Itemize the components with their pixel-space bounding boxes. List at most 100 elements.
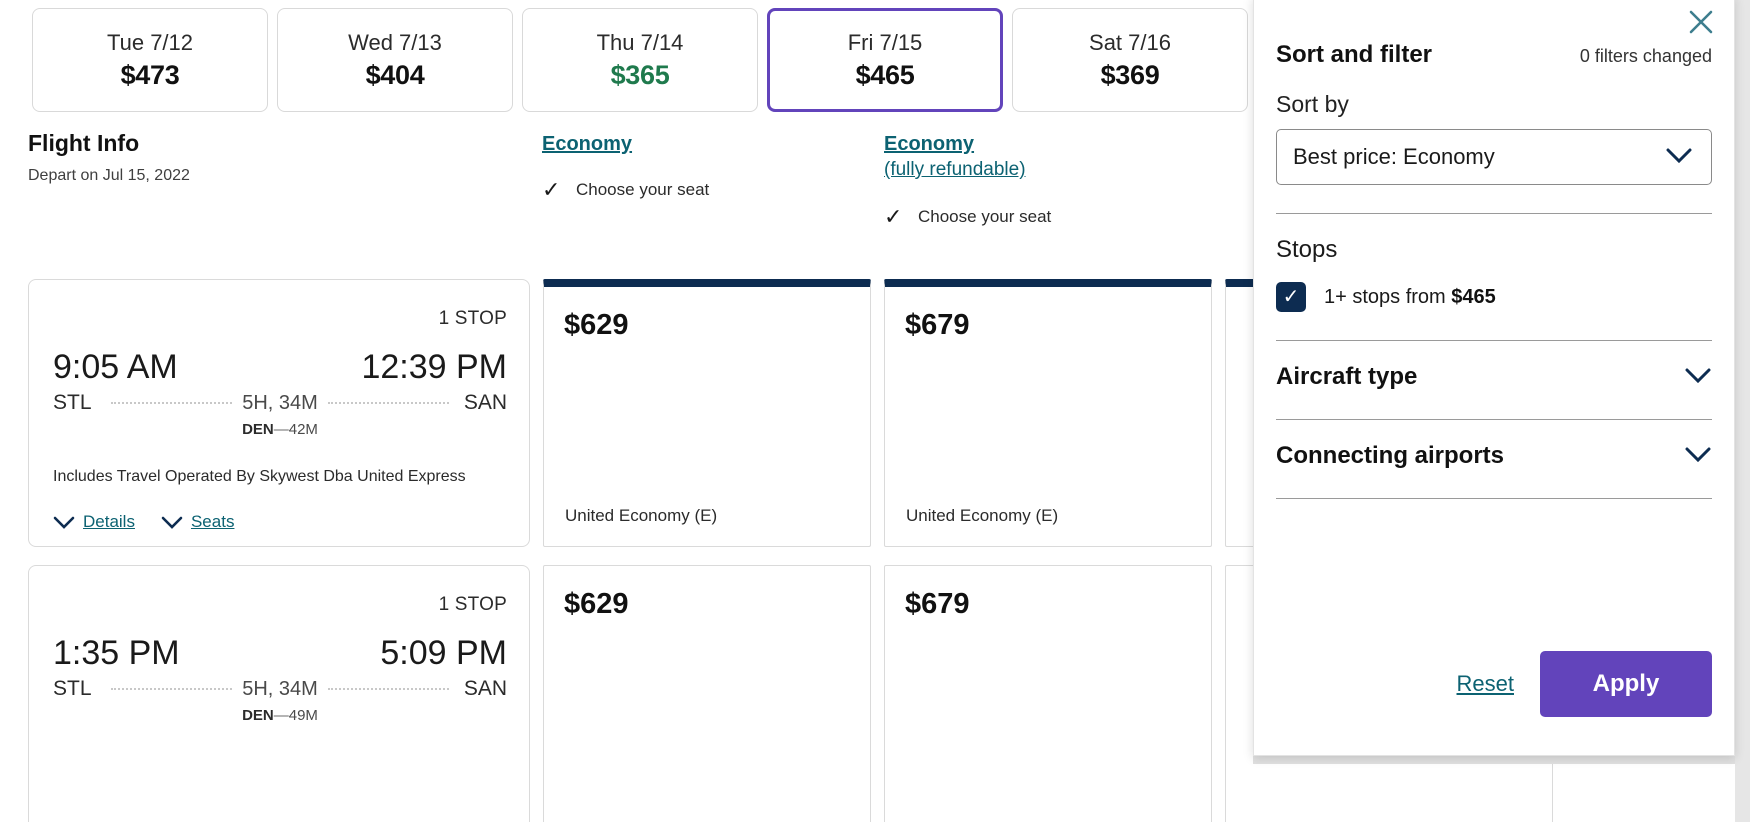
layover-airport: DEN xyxy=(242,707,274,724)
page-edge-strip xyxy=(1735,0,1750,822)
fare-price-card-economy-refundable[interactable]: $679 United Economy (E) xyxy=(884,279,1212,547)
arrive-time: 12:39 PM xyxy=(361,348,507,386)
date-card-sat-7-16[interactable]: Sat 7/16 $369 xyxy=(1012,8,1248,112)
chevron-down-icon xyxy=(161,516,183,529)
panel-bottom-shadow xyxy=(1253,756,1735,764)
fare-feature-row: ✓ Choose your seat xyxy=(542,179,709,201)
seats-toggle[interactable]: Seats xyxy=(161,512,234,532)
date-card-price: $473 xyxy=(120,59,180,90)
stops-option-text: 1+ stops from xyxy=(1324,285,1452,308)
panel-footer-actions: Reset Apply xyxy=(1457,651,1712,717)
date-card-fri-7-15[interactable]: Fri 7/15 $465 xyxy=(767,8,1003,112)
stops-section-title: Stops xyxy=(1276,236,1338,263)
route-line-left xyxy=(111,688,233,690)
date-card-tue-7-12[interactable]: Tue 7/12 $473 xyxy=(32,8,268,112)
arrive-time: 5:09 PM xyxy=(380,634,507,672)
details-label: Details xyxy=(83,512,135,531)
reset-button[interactable]: Reset xyxy=(1457,671,1514,697)
card-action-links: Details Seats xyxy=(53,512,507,532)
fare-column-header-economy-refundable: Economy (fully refundable) ✓ Choose your… xyxy=(884,131,1051,228)
date-card-day: Thu 7/14 xyxy=(596,29,684,55)
flight-details-card: 1 STOP 1:35 PM 5:09 PM STL 5H, 34M SAN D… xyxy=(28,565,530,822)
date-card-day: Sat 7/16 xyxy=(1089,29,1171,55)
close-icon[interactable] xyxy=(1686,7,1716,37)
layover-dash: — xyxy=(273,421,289,438)
destination-airport: SAN xyxy=(463,391,507,414)
date-card-price: $365 xyxy=(610,59,670,90)
sort-by-value: Best price: Economy xyxy=(1293,144,1495,169)
check-icon: ✓ xyxy=(542,177,561,202)
panel-divider xyxy=(1276,213,1712,214)
details-toggle[interactable]: Details xyxy=(53,512,135,532)
flight-times: 9:05 AM 12:39 PM xyxy=(53,348,507,387)
layover-duration: 49M xyxy=(288,707,318,724)
panel-header: Sort and filter 0 filters changed xyxy=(1276,0,1712,69)
check-icon: ✓ xyxy=(884,203,903,229)
apply-button[interactable]: Apply xyxy=(1540,651,1712,717)
fare-price: $629 xyxy=(564,309,629,341)
origin-airport: STL xyxy=(53,391,92,414)
aircraft-type-section[interactable]: Aircraft type xyxy=(1276,363,1712,391)
sort-by-label: Sort by xyxy=(1276,91,1349,117)
fare-cabin-label: United Economy (E) xyxy=(906,506,1059,525)
stops-checkbox-row[interactable]: ✓ 1+ stops from $465 xyxy=(1276,282,1712,312)
flight-info-header: Flight Info Depart on Jul 15, 2022 xyxy=(28,130,190,185)
chevron-down-icon xyxy=(1665,147,1693,168)
stops-option-price: $465 xyxy=(1451,285,1496,308)
flight-duration: 5H, 34M xyxy=(242,677,318,700)
date-card-wed-7-13[interactable]: Wed 7/13 $404 xyxy=(277,8,513,112)
chevron-down-icon xyxy=(1684,446,1712,467)
operated-by-note: Includes Travel Operated By Skywest Dba … xyxy=(53,468,466,485)
route-line-right xyxy=(327,688,449,690)
flight-details-card: 1 STOP 9:05 AM 12:39 PM STL 5H, 34M SAN … xyxy=(28,279,530,547)
depart-time: 9:05 AM xyxy=(53,348,178,386)
route-line-right xyxy=(327,402,449,404)
fare-link-economy[interactable]: Economy xyxy=(542,131,709,157)
sort-and-filter-panel: Sort and filter 0 filters changed Sort b… xyxy=(1253,0,1735,756)
fare-sublabel-refundable[interactable]: (fully refundable) xyxy=(884,157,1051,184)
fare-feature-label: Choose your seat xyxy=(918,206,1052,226)
layover-info: DEN—42M xyxy=(53,421,507,438)
seats-label: Seats xyxy=(190,512,235,531)
connecting-airports-section[interactable]: Connecting airports xyxy=(1276,442,1712,470)
fare-column-header-economy: Economy ✓ Choose your seat xyxy=(542,131,709,201)
origin-airport: STL xyxy=(53,677,92,700)
layover-info: DEN—49M xyxy=(53,707,507,724)
fare-link-economy-refundable[interactable]: Economy xyxy=(884,131,1051,157)
fare-price: $679 xyxy=(905,588,970,620)
date-card-day: Tue 7/12 xyxy=(106,29,194,55)
fare-feature-row: ✓ Choose your seat xyxy=(884,203,1052,229)
panel-title: Sort and filter xyxy=(1276,41,1433,68)
panel-divider xyxy=(1276,419,1712,420)
chevron-down-icon xyxy=(1684,367,1712,388)
destination-airport: SAN xyxy=(463,677,507,700)
panel-divider xyxy=(1276,340,1712,341)
layover-airport: DEN xyxy=(242,421,274,438)
date-card-price: $369 xyxy=(1100,59,1160,90)
fare-price-card-economy[interactable]: $629 United Economy (E) xyxy=(543,279,871,547)
stops-badge: 1 STOP xyxy=(438,594,507,615)
fare-cabin-label: United Economy (E) xyxy=(565,506,718,525)
flight-route: STL 5H, 34M SAN xyxy=(53,677,507,701)
fare-price: $629 xyxy=(564,588,629,620)
date-card-day: Wed 7/13 xyxy=(348,29,442,55)
flight-route: STL 5H, 34M SAN xyxy=(53,391,507,415)
sort-by-select[interactable]: Best price: Economy xyxy=(1276,129,1712,185)
flight-search-page: Tue 7/12 $473 Wed 7/13 $404 Thu 7/14 $36… xyxy=(0,0,1750,822)
filters-changed-count: 0 filters changed xyxy=(1579,46,1712,66)
fare-price-card-economy-refundable[interactable]: $679 xyxy=(884,565,1212,822)
panel-divider xyxy=(1276,498,1712,499)
aircraft-type-title: Aircraft type xyxy=(1276,363,1418,390)
date-card-thu-7-14[interactable]: Thu 7/14 $365 xyxy=(522,8,758,112)
checkbox-checked-icon[interactable]: ✓ xyxy=(1276,282,1306,312)
flight-times: 1:35 PM 5:09 PM xyxy=(53,634,507,673)
stops-badge: 1 STOP xyxy=(438,308,507,329)
route-line-left xyxy=(111,402,233,404)
layover-dash: — xyxy=(273,707,289,724)
depart-date-text: Depart on Jul 15, 2022 xyxy=(28,167,190,184)
flight-duration: 5H, 34M xyxy=(242,391,318,414)
stops-option-label: 1+ stops from $465 xyxy=(1324,286,1496,309)
layover-duration: 42M xyxy=(288,421,318,438)
date-card-day: Fri 7/15 xyxy=(847,29,923,55)
fare-price-card-economy[interactable]: $629 xyxy=(543,565,871,822)
